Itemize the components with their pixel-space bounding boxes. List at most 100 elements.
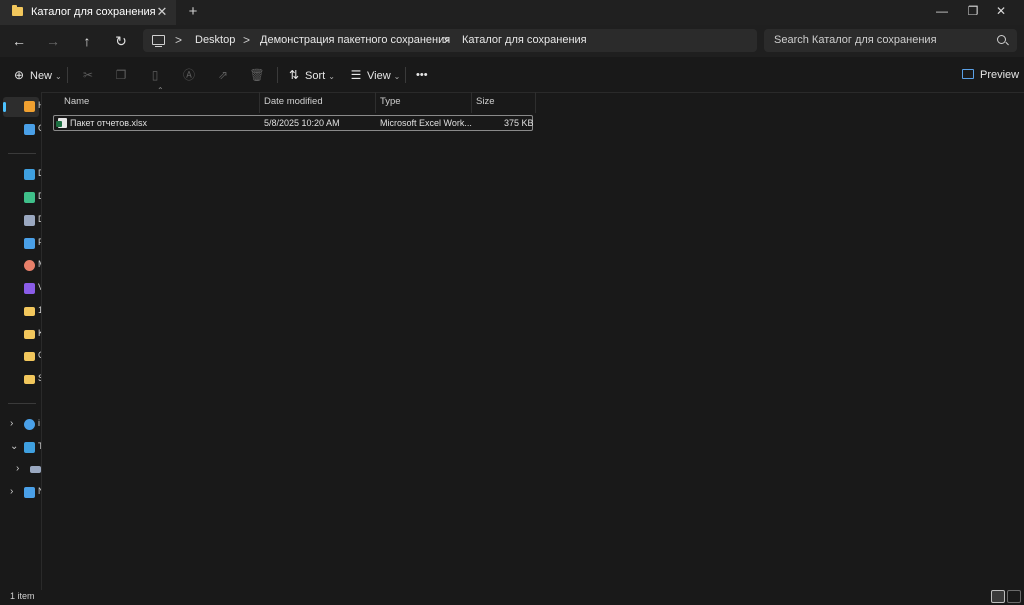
folder-icon bbox=[24, 330, 35, 339]
breadcrumb-desktop[interactable]: Desktop bbox=[195, 34, 235, 46]
column-header-size[interactable]: Size bbox=[470, 92, 536, 113]
chevron-right-icon[interactable]: › bbox=[10, 486, 13, 497]
sidebar-item-pictures[interactable]: P bbox=[3, 234, 41, 254]
sidebar-item-desktop[interactable]: D bbox=[3, 165, 41, 185]
search-icon bbox=[997, 35, 1006, 44]
sidebar-item-gallery[interactable]: G bbox=[3, 120, 41, 140]
forward-button[interactable]: → bbox=[42, 31, 64, 51]
sidebar-divider bbox=[8, 153, 36, 154]
maximize-button[interactable]: ❐ bbox=[958, 2, 988, 20]
sidebar-item-folder-4[interactable]: S bbox=[3, 370, 41, 390]
sidebar-item-music[interactable]: M bbox=[3, 256, 41, 276]
search-input[interactable]: Search Каталог для сохранения bbox=[774, 34, 937, 46]
network-icon bbox=[24, 487, 35, 498]
pictures-icon bbox=[24, 238, 35, 249]
table-row[interactable]: Пакет отчетов.xlsx 5/8/2025 10:20 AM Mic… bbox=[53, 115, 534, 131]
column-header-date-modified[interactable]: Date modified bbox=[258, 92, 376, 113]
navigation-pane: H G D D D P M V 1 K C S bbox=[0, 92, 42, 590]
view-label: View bbox=[367, 70, 391, 82]
desktop-icon bbox=[24, 169, 35, 180]
cloud-icon bbox=[24, 419, 35, 430]
sidebar-item-documents[interactable]: D bbox=[3, 211, 41, 231]
new-tab-button[interactable]: + bbox=[185, 3, 201, 21]
folder-icon bbox=[24, 307, 35, 316]
this-pc-icon bbox=[24, 442, 35, 453]
new-button[interactable]: ⊕ New ⌄ bbox=[12, 66, 62, 84]
delete-icon[interactable]: 🗑 bbox=[249, 67, 265, 83]
gallery-icon bbox=[24, 124, 35, 135]
documents-icon bbox=[24, 215, 35, 226]
view-button[interactable]: ☰ View ⌄ bbox=[349, 66, 401, 84]
chevron-right-icon[interactable]: > bbox=[175, 33, 182, 47]
sort-icon: ⇅ bbox=[288, 68, 300, 82]
excel-file-icon bbox=[56, 118, 67, 128]
folder-icon bbox=[12, 5, 23, 16]
plus-circle-icon: ⊕ bbox=[13, 68, 25, 82]
this-pc-icon bbox=[152, 35, 165, 48]
sidebar-item-cloud[interactable]: › i bbox=[3, 415, 40, 435]
share-icon[interactable]: ⇗ bbox=[215, 67, 231, 83]
sidebar-item-folder-2[interactable]: K bbox=[3, 325, 41, 345]
chevron-down-icon: ⌄ bbox=[328, 72, 335, 81]
sidebar-item-folder-1[interactable]: 1 bbox=[3, 302, 41, 322]
rename-icon[interactable]: Ⓐ bbox=[181, 67, 197, 83]
folder-icon bbox=[24, 375, 35, 384]
videos-icon bbox=[24, 283, 35, 294]
sidebar-item-home[interactable]: H bbox=[3, 97, 41, 117]
toolbar-divider bbox=[67, 67, 68, 83]
copy-icon[interactable]: ❐ bbox=[113, 67, 129, 83]
navigation-bar: ← → ↑ ↻ > Desktop > Демонстрация пакетно… bbox=[0, 25, 1024, 57]
sidebar-item-downloads[interactable]: D bbox=[3, 188, 41, 208]
sidebar-item-this-pc[interactable]: ⌄ T bbox=[3, 438, 41, 458]
close-window-button[interactable]: ✕ bbox=[986, 2, 1016, 20]
preview-button[interactable]: Preview bbox=[962, 66, 1019, 84]
sidebar-item-label: i bbox=[38, 418, 40, 428]
file-type: Microsoft Excel Work... bbox=[380, 118, 472, 128]
file-name: Пакет отчетов.xlsx bbox=[70, 118, 147, 128]
column-header-type[interactable]: Type bbox=[374, 92, 472, 113]
chevron-right-icon[interactable]: › bbox=[16, 463, 19, 474]
chevron-right-icon[interactable]: › bbox=[10, 418, 13, 429]
up-button[interactable]: ↑ bbox=[76, 31, 98, 51]
chevron-down-icon: ⌄ bbox=[393, 72, 401, 81]
sidebar-item-network[interactable]: › N bbox=[3, 483, 41, 503]
sidebar-item-drive[interactable]: › bbox=[3, 460, 41, 480]
column-header-name[interactable]: Name bbox=[58, 92, 260, 113]
close-tab-icon[interactable]: ✕ bbox=[155, 4, 169, 20]
sidebar-item-folder-3[interactable]: C bbox=[3, 347, 41, 367]
toolbar-divider bbox=[405, 67, 406, 83]
chevron-down-icon[interactable]: ⌄ bbox=[10, 441, 18, 452]
title-bar: Каталог для сохранения ✕ + — ❐ ✕ bbox=[0, 0, 1024, 25]
address-bar[interactable]: > Desktop > Демонстрация пакетного сохра… bbox=[143, 29, 757, 52]
item-count: 1 item bbox=[10, 591, 35, 601]
details-view-button[interactable] bbox=[991, 590, 1005, 603]
search-box[interactable]: Search Каталог для сохранения bbox=[764, 29, 1017, 52]
cut-icon[interactable]: ✂ bbox=[80, 67, 96, 83]
sidebar-item-videos[interactable]: V bbox=[3, 279, 41, 299]
preview-pane-icon bbox=[962, 69, 974, 79]
tab-active[interactable]: Каталог для сохранения ✕ bbox=[0, 0, 176, 25]
file-size: 375 KB bbox=[504, 118, 534, 128]
preview-label: Preview bbox=[980, 69, 1020, 81]
command-bar: ⊕ New ⌄ ✂ ❐ ▯ Ⓐ ⇗ 🗑 ⇅ Sort ⌄ ☰ View ⌄ ••• Prev… bbox=[0, 57, 1024, 93]
minimize-button[interactable]: — bbox=[927, 2, 957, 20]
sidebar-divider bbox=[8, 403, 36, 404]
status-bar: 1 item bbox=[0, 590, 1024, 605]
sort-button[interactable]: ⇅ Sort ⌄ bbox=[287, 66, 335, 84]
more-options-button[interactable]: ••• bbox=[416, 66, 428, 84]
tab-title: Каталог для сохранения bbox=[31, 6, 156, 18]
downloads-icon bbox=[24, 192, 35, 203]
tiles-view-button[interactable] bbox=[1007, 590, 1021, 603]
back-button[interactable]: ← bbox=[8, 31, 30, 51]
breadcrumb-demo-folder[interactable]: Демонстрация пакетного сохранения bbox=[260, 34, 450, 46]
chevron-down-icon: ⌄ bbox=[55, 72, 62, 81]
breadcrumb-current-folder[interactable]: Каталог для сохранения bbox=[462, 34, 587, 46]
paste-icon[interactable]: ▯ bbox=[147, 67, 163, 83]
folder-icon bbox=[24, 352, 35, 361]
chevron-right-icon[interactable]: > bbox=[443, 33, 450, 47]
music-icon bbox=[24, 260, 35, 271]
refresh-button[interactable]: ↻ bbox=[110, 31, 132, 51]
toolbar-divider bbox=[277, 67, 278, 83]
chevron-right-icon[interactable]: > bbox=[243, 33, 250, 47]
drive-icon bbox=[30, 466, 41, 473]
